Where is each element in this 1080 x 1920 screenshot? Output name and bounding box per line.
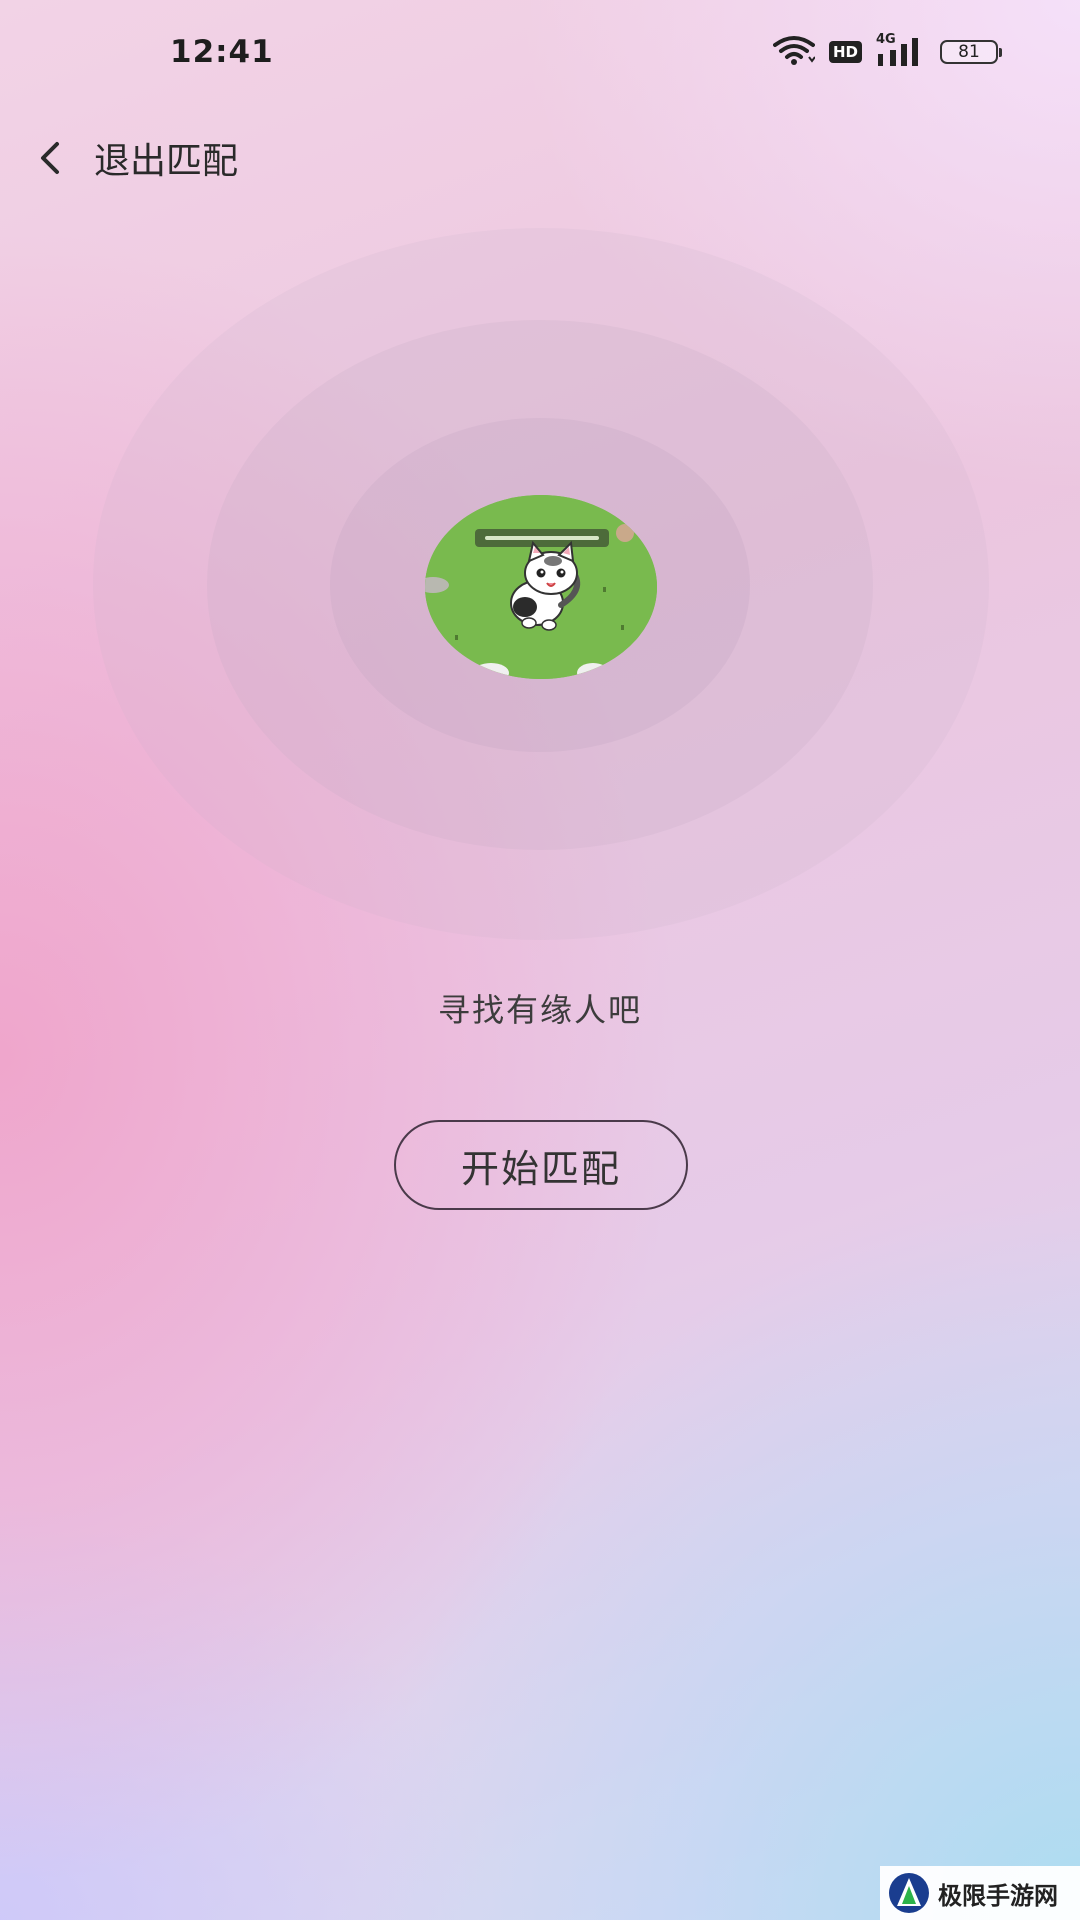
start-match-button[interactable]: 开始匹配	[394, 1120, 688, 1210]
watermark-text: 极限手游网	[938, 1880, 1058, 1910]
watermark-logo-icon	[889, 1873, 929, 1913]
user-avatar	[425, 495, 657, 679]
watermark: 极限手游网	[880, 1866, 1080, 1920]
cat-avatar-image	[425, 495, 657, 679]
match-radar	[0, 0, 1080, 1000]
match-prompt: 寻找有缘人吧	[437, 991, 642, 1029]
